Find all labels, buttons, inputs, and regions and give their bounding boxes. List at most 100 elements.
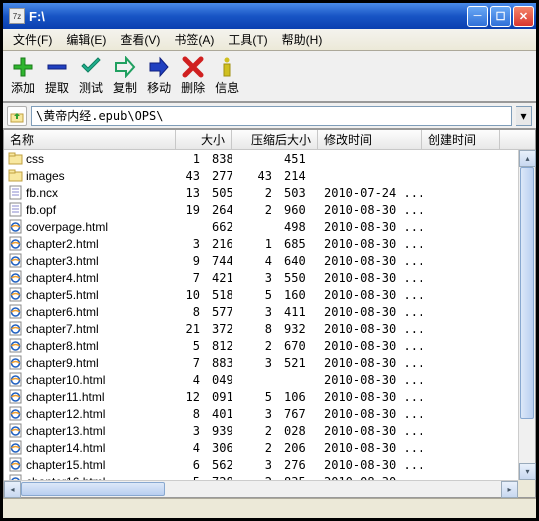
horizontal-scrollbar[interactable]: ◂ ▸ — [4, 480, 518, 497]
size-b: 091 — [206, 390, 232, 404]
ie-icon — [8, 321, 23, 336]
menu-edit[interactable]: 编辑(E) — [60, 29, 112, 50]
minimize-button[interactable]: ─ — [467, 6, 488, 27]
scroll-down-icon[interactable]: ▾ — [519, 463, 536, 480]
mtime: 2010-07-24 ... — [318, 186, 422, 200]
path-input[interactable]: \黄帝内经.epub\OPS\ — [31, 106, 512, 126]
size-kb: 6 — [176, 458, 206, 472]
ie-icon — [8, 270, 23, 285]
scroll-up-icon[interactable]: ▴ — [519, 150, 536, 167]
size-b: 505 — [206, 186, 232, 200]
scroll-left-icon[interactable]: ◂ — [4, 481, 21, 498]
table-row[interactable]: chapter3.html974446402010-08-30 ... — [4, 252, 535, 269]
col-name[interactable]: 名称 — [4, 130, 176, 149]
size-kb: 8 — [176, 305, 206, 319]
col-compressed[interactable]: 压缩后大小 — [232, 130, 318, 149]
scroll-thumb-h[interactable] — [21, 482, 165, 496]
cmp-kb: 1 — [232, 237, 278, 251]
table-row[interactable]: chapter12.html840137672010-08-30 ... — [4, 405, 535, 422]
cmp-kb: 2 — [232, 203, 278, 217]
up-button[interactable] — [7, 106, 27, 126]
maximize-button[interactable]: ☐ — [490, 6, 511, 27]
menu-file[interactable]: 文件(F) — [7, 29, 58, 50]
size-b: 662 — [206, 220, 232, 234]
table-row[interactable]: coverpage.html6624982010-08-30 ... — [4, 218, 535, 235]
close-button[interactable]: ✕ — [513, 6, 534, 27]
size-kb: 12 — [176, 390, 206, 404]
table-row[interactable]: chapter14.html430622062010-08-30 ... — [4, 439, 535, 456]
vertical-scrollbar[interactable]: ▴ ▾ — [518, 150, 535, 480]
col-ctime[interactable]: 创建时间 — [422, 130, 500, 149]
size-b: 939 — [206, 424, 232, 438]
mtime: 2010-08-30 ... — [318, 407, 422, 421]
col-mtime[interactable]: 修改时间 — [318, 130, 422, 149]
file-name: chapter3.html — [26, 254, 99, 268]
col-size[interactable]: 大小 — [176, 130, 232, 149]
menu-help[interactable]: 帮助(H) — [276, 29, 329, 50]
table-row[interactable]: chapter2.html321616852010-08-30 ... — [4, 235, 535, 252]
cmp-b: 550 — [278, 271, 318, 285]
size-b: 577 — [206, 305, 232, 319]
scroll-right-icon[interactable]: ▸ — [501, 481, 518, 498]
move-button[interactable]: 移动 — [145, 55, 173, 97]
statusbar — [3, 498, 536, 518]
mtime: 2010-08-30 ... — [318, 288, 422, 302]
window-title: F:\ — [29, 9, 467, 24]
info-button[interactable]: 信息 — [213, 55, 241, 97]
size-b: 216 — [206, 237, 232, 251]
table-row[interactable]: chapter9.html788335212010-08-30 ... — [4, 354, 535, 371]
table-row[interactable]: fb.opf1926429602010-08-30 ... — [4, 201, 535, 218]
size-kb: 4 — [176, 373, 206, 387]
table-row[interactable]: fb.ncx1350525032010-07-24 ... — [4, 184, 535, 201]
cmp-b: 670 — [278, 339, 318, 353]
table-row[interactable]: chapter4.html742135502010-08-30 ... — [4, 269, 535, 286]
file-name: chapter11.html — [26, 390, 105, 404]
app-icon: 7z — [9, 8, 25, 24]
x-icon — [182, 56, 204, 78]
table-row[interactable]: chapter11.html1209151062010-08-30 ... — [4, 388, 535, 405]
extract-button[interactable]: 提取 — [43, 55, 71, 97]
menu-bookmark[interactable]: 书签(A) — [168, 29, 220, 50]
table-row[interactable]: images4327743214 — [4, 167, 535, 184]
file-name: chapter4.html — [26, 271, 99, 285]
file-name: chapter14.html — [26, 441, 105, 455]
size-kb: 8 — [176, 407, 206, 421]
info-icon — [216, 56, 238, 78]
file-name: fb.opf — [26, 203, 56, 217]
file-name: chapter13.html — [26, 424, 105, 438]
size-kb: 5 — [176, 339, 206, 353]
file-name: chapter10.html — [26, 373, 105, 387]
table-row[interactable]: chapter15.html656232762010-08-30 ... — [4, 456, 535, 473]
size-b: 421 — [206, 271, 232, 285]
cmp-b: 503 — [278, 186, 318, 200]
table-row[interactable]: chapter7.html2137289322010-08-30 ... — [4, 320, 535, 337]
cmp-b: 640 — [278, 254, 318, 268]
path-dropdown[interactable]: ▾ — [516, 106, 532, 126]
table-row[interactable]: chapter8.html581226702010-08-30 ... — [4, 337, 535, 354]
file-name: coverpage.html — [26, 220, 108, 234]
table-row[interactable]: chapter13.html393920282010-08-30 ... — [4, 422, 535, 439]
file-name: chapter7.html — [26, 322, 99, 336]
size-b: 744 — [206, 254, 232, 268]
delete-button[interactable]: 删除 — [179, 55, 207, 97]
table-row[interactable]: css1838451 — [4, 150, 535, 167]
file-name: css — [26, 152, 44, 166]
column-headers: 名称 大小 压缩后大小 修改时间 创建时间 — [4, 130, 535, 150]
table-row[interactable]: chapter6.html857734112010-08-30 ... — [4, 303, 535, 320]
scroll-thumb-v[interactable] — [520, 167, 534, 419]
ie-icon — [8, 219, 23, 234]
ie-icon — [8, 287, 23, 302]
cmp-b: 685 — [278, 237, 318, 251]
menu-view[interactable]: 查看(V) — [114, 29, 166, 50]
menu-tools[interactable]: 工具(T) — [222, 29, 273, 50]
file-name: fb.ncx — [26, 186, 58, 200]
table-row[interactable]: chapter5.html1051851602010-08-30 ... — [4, 286, 535, 303]
cmp-kb: 2 — [232, 339, 278, 353]
file-name: chapter9.html — [26, 356, 99, 370]
test-button[interactable]: 测试 — [77, 55, 105, 97]
plus-icon — [12, 56, 34, 78]
add-button[interactable]: 添加 — [9, 55, 37, 97]
copy-button[interactable]: 复制 — [111, 55, 139, 97]
size-kb: 7 — [176, 271, 206, 285]
table-row[interactable]: chapter10.html40492010-08-30 ... — [4, 371, 535, 388]
